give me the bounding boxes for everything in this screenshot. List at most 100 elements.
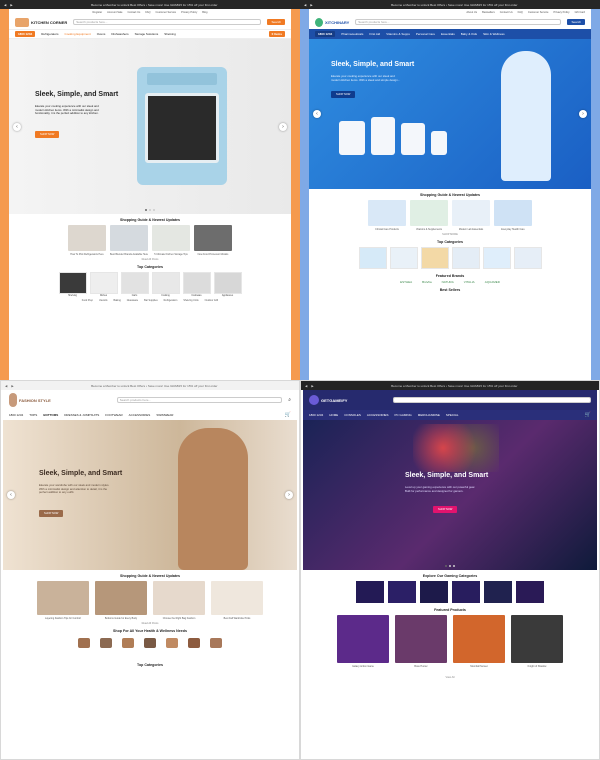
hero-slider: Sleek, Simple, and Smart Elevate your wa… xyxy=(3,420,297,570)
toplink[interactable]: Customer Service xyxy=(156,11,177,14)
category-tile[interactable] xyxy=(388,581,416,604)
main-menu: 1800 1234 Refrigerators Cooking Equipmen… xyxy=(9,29,291,39)
guide-card[interactable]: Best Fall Wardrobe Picks xyxy=(211,581,263,620)
next-arrow-icon[interactable]: › xyxy=(285,491,293,499)
guide-card[interactable]: 5 Ultimate Kitchen Storage Tips xyxy=(152,225,190,256)
shoe-icon[interactable] xyxy=(144,638,156,649)
hero-slider: Sleek, Simple, and Smart Level up your g… xyxy=(303,420,597,570)
shirt-icon[interactable] xyxy=(100,638,112,649)
browser-topbar: ◀ ▶ Become a Member to unlock Best Offers… xyxy=(301,381,599,390)
slider-dots[interactable] xyxy=(145,209,155,211)
prev-arrow-icon[interactable]: ‹ xyxy=(7,491,15,499)
slider-dots[interactable] xyxy=(445,565,455,567)
next-arrow-icon[interactable]: › xyxy=(579,110,587,118)
back-icon[interactable]: ◀ xyxy=(5,384,7,388)
search-button[interactable]: Search xyxy=(267,19,285,25)
hat-icon[interactable] xyxy=(166,638,178,649)
phone-badge[interactable]: 1800 1234 xyxy=(9,413,23,417)
bag-icon[interactable] xyxy=(122,638,134,649)
back-icon[interactable]: ◀ xyxy=(4,3,6,7)
cart-button[interactable]: 0 Items xyxy=(268,31,285,37)
logo[interactable]: FASHION STYLE xyxy=(9,393,51,407)
logo[interactable]: KITCHEN CORNER xyxy=(15,17,67,27)
menu-item[interactable]: Cooking Equipment xyxy=(65,32,91,36)
cart-icon[interactable]: 🛒 xyxy=(585,412,591,418)
product-card[interactable]: Galaxy Action Game xyxy=(337,615,389,668)
toplink[interactable]: Account Sale xyxy=(107,11,122,14)
scarf-icon[interactable] xyxy=(210,638,222,649)
toplink[interactable]: FAQ xyxy=(145,11,150,14)
toplink[interactable]: Blog xyxy=(202,11,207,14)
product-card[interactable]: Knight of Shadow xyxy=(511,615,563,668)
shop-now-button[interactable]: SHOP NOW xyxy=(39,510,64,517)
search-input[interactable]: Search products here... xyxy=(73,19,262,25)
phone-badge[interactable]: 1800 1234 xyxy=(309,413,323,417)
phone-badge[interactable]: 1800 1234 xyxy=(315,31,336,37)
shop-now-button[interactable]: SHOP NOW xyxy=(433,506,458,513)
dress-icon[interactable] xyxy=(78,638,90,649)
category-tile[interactable]: Carts xyxy=(120,272,149,297)
toplink[interactable]: Privacy Policy xyxy=(181,11,197,14)
guide-card[interactable]: New Food Processor Models xyxy=(194,225,232,256)
category-tile[interactable]: Appliances xyxy=(213,272,242,297)
shop-more-link[interactable]: SHOP MORE xyxy=(309,233,591,236)
toplink[interactable]: Contact Us xyxy=(127,11,140,14)
back-icon[interactable]: ◀ xyxy=(305,384,307,388)
category-tile[interactable] xyxy=(420,247,449,270)
category-tile[interactable] xyxy=(358,247,387,270)
read-all-link[interactable]: Read All Posts xyxy=(9,258,291,261)
search-input[interactable]: Search products here... xyxy=(355,19,562,25)
guide-card[interactable]: Layering Fashion Tips for Comfort xyxy=(37,581,89,620)
promo-banner: Become a Member to unlock Best Offers • … xyxy=(391,383,518,388)
product-card[interactable]: Boss Hunter xyxy=(395,615,447,668)
next-arrow-icon[interactable]: › xyxy=(279,122,287,131)
menu-item[interactable]: Shelving xyxy=(164,32,176,36)
guide-card[interactable]: Choose the Right Bag Fashion xyxy=(153,581,205,620)
guide-card[interactable]: Best Blender Brands Available Here xyxy=(110,225,148,256)
logo[interactable]: XITCHINARY xyxy=(315,17,349,27)
toplink[interactable]: Register xyxy=(93,11,103,14)
guide-card[interactable]: Clinical Care Products xyxy=(368,200,406,231)
menu-item[interactable]: Dishwashers xyxy=(111,32,128,36)
heart-icon[interactable] xyxy=(188,638,200,649)
category-tile[interactable] xyxy=(389,247,418,270)
category-tile[interactable] xyxy=(484,581,512,604)
search-icon[interactable]: ⌕ xyxy=(288,397,291,403)
menu-item[interactable]: Storage Solutions xyxy=(135,32,159,36)
category-tile[interactable] xyxy=(452,581,480,604)
category-tile[interactable] xyxy=(451,247,480,270)
prev-arrow-icon[interactable]: ‹ xyxy=(313,110,321,118)
guide-card[interactable]: Everyday Health Care xyxy=(494,200,532,231)
shop-now-button[interactable]: SHOP NOW xyxy=(35,131,60,138)
cart-icon[interactable]: 🛒 xyxy=(285,412,291,418)
back-icon[interactable]: ◀ xyxy=(304,3,306,7)
phone-badge[interactable]: 1800 1234 xyxy=(15,31,36,37)
guide-card[interactable]: Bottoms Guide for Every Body xyxy=(95,581,147,620)
hero-text: Elevate your cooking experience with our… xyxy=(35,104,99,116)
category-tile[interactable] xyxy=(513,247,542,270)
category-tile[interactable] xyxy=(516,581,544,604)
logo[interactable]: GETGAMEIFY xyxy=(309,395,347,405)
category-tile[interactable] xyxy=(482,247,511,270)
shop-now-button[interactable]: SHOP NOW xyxy=(331,91,356,98)
search-input[interactable] xyxy=(393,397,591,403)
warrior-characters-image xyxy=(413,424,499,472)
product-card[interactable]: Moonfall Sunset xyxy=(453,615,505,668)
category-tile[interactable]: Dishes xyxy=(89,272,118,297)
read-all-link[interactable]: Read All Posts xyxy=(3,622,297,625)
guide-card[interactable]: How To Pick Refrigerators Here xyxy=(68,225,106,256)
category-tile[interactable]: Shelving xyxy=(58,272,87,297)
guide-card[interactable]: Vitamins & Supplements xyxy=(410,200,448,231)
menu-item[interactable]: Ovens xyxy=(97,32,106,36)
category-tile[interactable]: Cookware xyxy=(182,272,211,297)
guide-card[interactable]: Modern Lab Essentials xyxy=(452,200,490,231)
category-tile[interactable] xyxy=(356,581,384,604)
search-input[interactable]: Search products here... xyxy=(116,397,283,403)
category-tile[interactable]: Cooking xyxy=(151,272,180,297)
menu-item[interactable]: Refrigerators xyxy=(41,32,58,36)
prev-arrow-icon[interactable]: ‹ xyxy=(13,122,21,131)
view-all-button[interactable]: View All xyxy=(303,676,597,679)
section-title: Featured Brands xyxy=(435,274,465,278)
category-tile[interactable] xyxy=(420,581,448,604)
search-button[interactable]: Search xyxy=(567,19,585,25)
